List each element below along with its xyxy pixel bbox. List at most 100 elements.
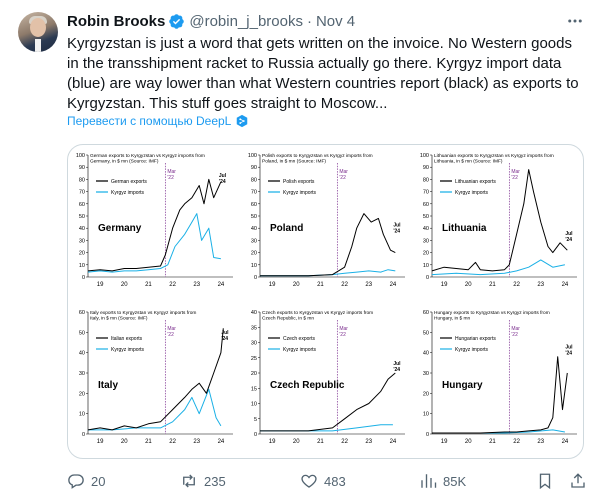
y-tick-label: 60 [79,202,85,208]
y-tick-label: 50 [423,330,429,336]
verified-badge-icon [169,13,185,29]
x-tick-label: 22 [341,439,348,445]
x-tick-label: 20 [465,439,472,445]
like-button[interactable]: 483 [300,470,346,492]
annotation-label: Jul '24 [393,361,401,373]
y-tick-label: 0 [82,432,85,438]
tweet-header: Robin Brooks @robin_j_brooks · Nov 4 [67,11,355,31]
annotation-label: Jul '24 [565,345,573,357]
chart-image[interactable]: 0 10 20 30 40 50 60 70 80 90 100 19 20 21 22 23 24 German… [67,144,584,459]
repost-button[interactable]: 235 [180,470,226,492]
like-count: 483 [324,473,346,489]
annotation-label: Jul '24 [565,231,573,243]
x-tick-label: 24 [218,282,225,288]
views-button[interactable]: 85K [419,470,466,492]
share-button[interactable] [569,470,593,492]
y-tick-label: 70 [251,190,257,196]
tweet-date[interactable]: Nov 4 [316,13,355,30]
y-tick-label: 30 [423,371,429,377]
legend-label: Kyrgyz imports [455,190,489,196]
chart-title: Czech exports to Kyrgyzstan vs Kyrgyz im… [262,310,373,322]
x-tick-label: 19 [269,282,276,288]
annotation-label: Jul '24 [393,222,401,234]
x-tick-label: 22 [169,282,176,288]
y-tick-label: 100 [248,153,257,159]
x-tick-label: 19 [269,439,276,445]
x-tick-label: 24 [562,282,569,288]
legend-label: Kyrgyz imports [111,347,145,353]
y-tick-label: 0 [254,275,257,281]
y-tick-label: 35 [251,325,257,331]
country-label: Hungary [442,380,483,391]
x-tick-label: 24 [218,439,225,445]
x-tick-label: 21 [317,439,324,445]
y-tick-label: 30 [79,371,85,377]
x-tick-label: 21 [145,282,152,288]
heart-icon [301,474,317,488]
x-tick-label: 23 [537,439,544,445]
x-tick-label: 24 [562,439,569,445]
x-tick-label: 19 [97,439,104,445]
y-tick-label: 20 [423,391,429,397]
y-tick-label: 0 [426,432,429,438]
x-tick-label: 21 [489,282,496,288]
y-tick-label: 40 [423,226,429,232]
chart-title: Lithuanian exports to Kyrgyzstan vs Kyrg… [434,153,554,165]
bookmark-button[interactable] [536,470,560,492]
x-tick-label: 23 [193,282,200,288]
y-tick-label: 80 [251,177,257,183]
action-bar: 20 235 483 85K [67,470,587,492]
y-tick-label: 100 [420,153,429,159]
y-tick-label: 80 [423,177,429,183]
y-tick-label: 90 [251,165,257,171]
legend-label: Italian exports [111,336,143,342]
author-name[interactable]: Robin Brooks [67,13,165,30]
exports-series-line [432,356,568,434]
x-tick-label: 22 [169,439,176,445]
avatar[interactable] [18,12,58,52]
x-tick-label: 19 [441,282,448,288]
country-label: Italy [98,380,118,391]
y-tick-label: 40 [79,226,85,232]
tweet-text: Kyrgyzstan is just a word that gets writ… [67,35,579,112]
reply-button[interactable]: 20 [67,470,105,492]
marker-label: Mar '22 [167,169,176,181]
y-tick-label: 5 [254,417,257,423]
x-tick-label: 24 [390,282,397,288]
analytics-icon [421,474,437,488]
chart-title: Italy exports to Kyrgyzstan vs Kyrgyz im… [90,310,196,322]
y-tick-label: 60 [423,310,429,316]
annotation-label: Jul '24 [221,330,229,342]
y-tick-label: 50 [423,214,429,220]
translate-link[interactable]: Перевести с помощью DeepL [67,114,249,128]
y-tick-label: 0 [254,432,257,438]
translate-link-label[interactable]: Перевести с помощью DeepL [67,114,231,128]
imports-series-line [88,388,222,431]
y-tick-label: 50 [251,214,257,220]
x-tick-label: 19 [441,439,448,445]
author-handle[interactable]: @robin_j_brooks [189,13,303,30]
legend-label: Czech exports [283,336,315,342]
x-tick-label: 24 [390,439,397,445]
y-tick-label: 60 [423,202,429,208]
x-tick-label: 20 [465,282,472,288]
imports-series-line [431,259,565,276]
chart-title: German exports to Kyrgyzstan vs Kyrgyz i… [90,153,205,165]
more-options-icon[interactable] [566,12,584,30]
country-label: Poland [270,223,303,234]
y-tick-label: 20 [251,371,257,377]
y-tick-label: 50 [79,330,85,336]
marker-label: Mar '22 [511,169,520,181]
country-label: Czech Republic [270,380,345,391]
y-tick-label: 40 [251,310,257,316]
y-tick-label: 15 [251,386,257,392]
x-tick-label: 20 [293,439,300,445]
y-tick-label: 40 [251,226,257,232]
y-tick-label: 20 [79,391,85,397]
x-tick-label: 20 [121,439,128,445]
y-tick-label: 70 [79,190,85,196]
y-tick-label: 20 [79,251,85,257]
chart-panel-germany: 0 10 20 30 40 50 60 70 80 90 100 19 20 21 22 23 24 German… [76,153,233,288]
x-tick-label: 21 [317,282,324,288]
repost-icon [183,474,195,488]
